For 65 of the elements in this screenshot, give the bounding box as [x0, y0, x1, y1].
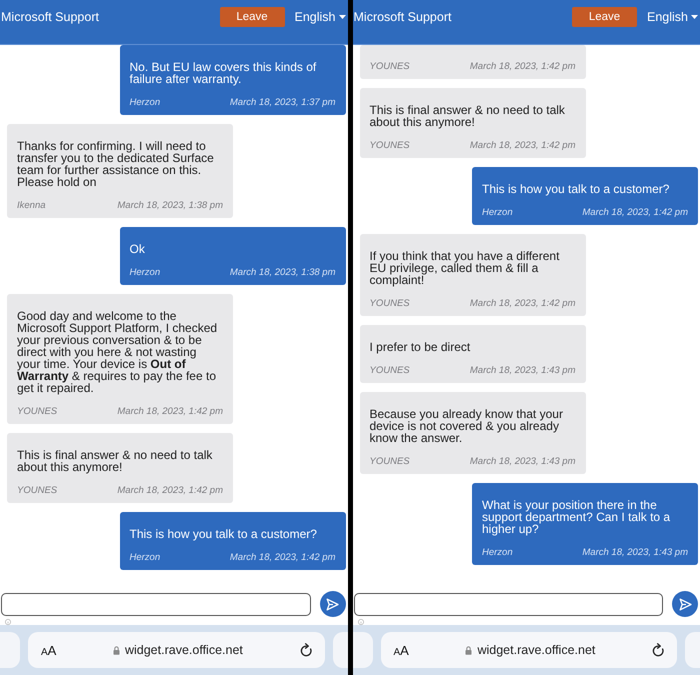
message-text: Good day and welcome to the Microsoft Support Platform, I checked your previous conversation & to be direct with you here & not wasting your time. Your device is Out of Warranty & requires to pay the fee to get it repaired. [17, 310, 218, 394]
sender-name: YOUNES [370, 365, 410, 377]
message-input[interactable] [1, 592, 310, 616]
sender-name: YOUNES [370, 298, 410, 310]
message-time: March 18, 2023, 1:42 pm [117, 485, 223, 497]
message-time: March 18, 2023, 1:43 pm [582, 547, 688, 559]
message-time: March 18, 2023, 1:38 pm [230, 267, 336, 279]
app-title: Microsoft Support [1, 9, 100, 26]
reload-icon[interactable] [300, 643, 312, 657]
send-button[interactable] [320, 591, 346, 617]
message-time: March 18, 2023, 1:42 pm [470, 298, 576, 310]
message-time: March 18, 2023, 1:38 pm [117, 200, 223, 212]
send-icon [326, 598, 339, 610]
text-size-button[interactable]: AA [394, 642, 409, 658]
text-size-button[interactable]: AA [41, 642, 56, 658]
message-text: What is your position there in the support department? Can I talk to a higher up? [482, 499, 672, 535]
language-dropdown[interactable]: English [294, 7, 346, 27]
message-time: March 18, 2023, 1:43 pm [470, 365, 576, 377]
send-button[interactable] [672, 591, 698, 617]
address-bar[interactable]: AA widget.rave.office.net [28, 632, 324, 668]
message-time: March 18, 2023, 1:42 pm [470, 140, 576, 152]
sender-name: YOUNES [370, 456, 410, 468]
reload-icon[interactable] [652, 643, 665, 657]
message-text: If you think that you have a different EU privilege, called them & fill a complaint! [370, 250, 560, 286]
app-title: Microsoft Support [354, 9, 452, 26]
message-time: March 18, 2023, 1:42 pm [117, 406, 223, 418]
sender-name: Herzon [130, 97, 160, 109]
sender-name: YOUNES [17, 406, 58, 418]
message-time: March 18, 2023, 1:42 pm [230, 552, 336, 564]
message-text: Thanks for confirming. I will need to transfer you to the dedicated Surface team for further assistance on this. Please hold on [17, 140, 215, 188]
message-input[interactable] [354, 592, 663, 616]
lock-icon [465, 646, 472, 654]
message-text: No. But EU law covers this kinds of failure after warranty. [130, 61, 318, 85]
url-text: widget.rave.office.net [477, 643, 596, 657]
lock-icon [112, 646, 120, 654]
message-text: This is how you talk to a customer? [482, 183, 670, 195]
language-dropdown[interactable]: English [647, 7, 698, 27]
message-text: This is how you talk to a customer? [130, 528, 318, 540]
info-icon [5, 619, 11, 625]
message-time: March 18, 2023, 1:42 pm [470, 61, 576, 73]
caret-icon [691, 15, 698, 19]
message-text: I prefer to be direct [370, 341, 472, 353]
sender-name: YOUNES [17, 485, 58, 497]
leave-button[interactable]: Leave [220, 7, 284, 27]
sender-name: Herzon [130, 267, 160, 279]
sender-name: YOUNES [370, 140, 410, 152]
message-text: Because you already know that your device is not covered & you already know the answer. [370, 408, 564, 444]
address-bar[interactable]: AA widget.rave.office.net [380, 632, 677, 668]
message-time: March 18, 2023, 1:43 pm [470, 456, 576, 468]
sender-name: Herzon [130, 552, 160, 564]
caret-icon [338, 15, 346, 19]
sender-name: Ikenna [17, 200, 46, 212]
tab-pill[interactable] [352, 632, 372, 668]
send-icon [678, 598, 692, 610]
url-text: widget.rave.office.net [124, 643, 243, 657]
message-text: Ok [130, 243, 146, 255]
leave-button[interactable]: Leave [572, 7, 637, 27]
message-text: This is final answer & no need to talk about this anymore! [370, 104, 566, 128]
message-time: March 18, 2023, 1:42 pm [582, 207, 688, 219]
message-text: This is final answer & no need to talk about this anymore! [17, 449, 214, 473]
sender-name: YOUNES [370, 61, 410, 73]
info-icon [358, 619, 364, 625]
message-time: March 18, 2023, 1:37 pm [230, 97, 336, 109]
sender-name: Herzon [482, 207, 513, 219]
sender-name: Herzon [482, 547, 513, 559]
